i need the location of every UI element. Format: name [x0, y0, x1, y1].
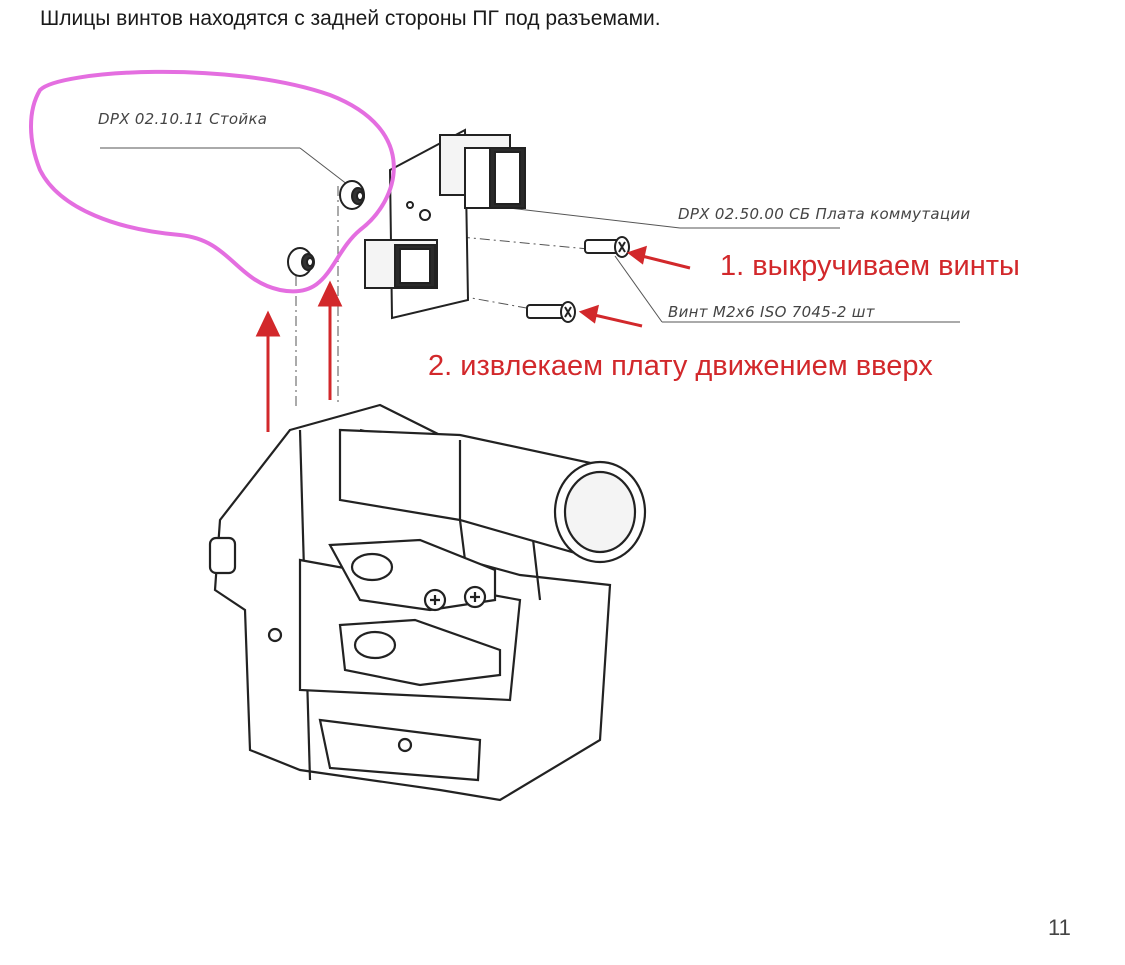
screw-upper [584, 236, 630, 258]
step-1-unscrew: 1. выкручиваем винты [720, 250, 1020, 282]
standoff-upper [339, 180, 365, 210]
highlight-loop [29, 69, 396, 294]
callout-board: DPX 02.50.00 СБ Плата коммутации [678, 205, 971, 223]
switching-board [364, 128, 526, 320]
callout-screw: Винт M2x6 ISO 7045-2 шт [668, 303, 875, 321]
step-2-lift-board: 2. извлекаем плату движением вверх [428, 350, 933, 382]
standoff-lower [287, 247, 315, 277]
callout-standoff: DPX 02.10.11 Стойка [98, 110, 268, 128]
technical-drawing [29, 69, 960, 802]
screw-lower [526, 301, 576, 323]
page-number: 11 [1048, 915, 1071, 940]
red-arrows [255, 245, 691, 432]
main-assembly [208, 403, 647, 802]
leader-lines [100, 147, 960, 323]
